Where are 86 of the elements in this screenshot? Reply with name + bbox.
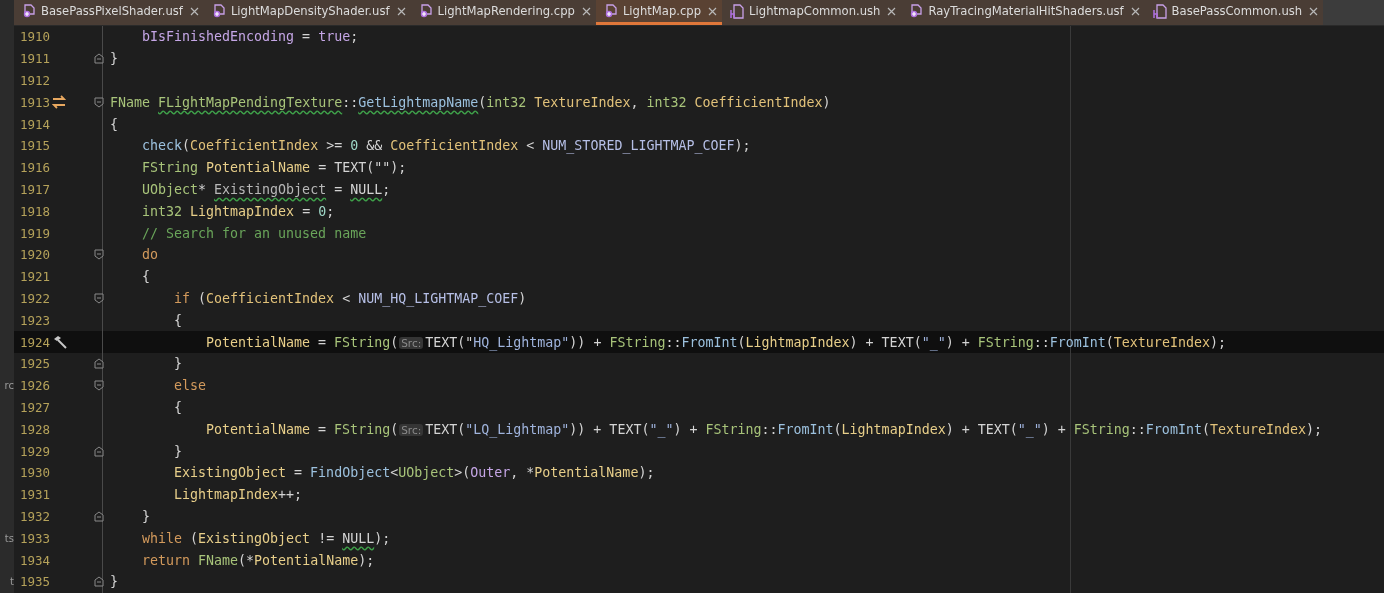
line-number: 1931: [20, 487, 51, 503]
line-number: 1925: [20, 356, 51, 372]
code-line: ExistingObject = FindObject<UObject>(Outer, *PotentialName);: [174, 465, 655, 481]
fold-marker-icon: [94, 576, 104, 588]
line-number: 1921: [20, 269, 51, 285]
close-icon[interactable]: [1309, 6, 1319, 16]
line-number: 1910: [20, 29, 51, 45]
line-number: 1930: [20, 465, 51, 481]
line-number: 1933: [20, 530, 51, 546]
close-icon[interactable]: [708, 6, 718, 16]
line-number: 1919: [20, 225, 51, 241]
close-icon[interactable]: [396, 6, 406, 16]
tab[interactable]: LightMap.cpp: [595, 0, 723, 25]
file-icon: [418, 3, 434, 19]
swap-arrows-icon: [52, 94, 67, 110]
line-number: 1912: [20, 73, 51, 88]
tab[interactable]: BasePassCommon.ush: [1144, 0, 1324, 25]
code-line: FName FLightMapPendingTexture::GetLightmapName(int32 TextureIndex, int32 CoefficientIndex): [110, 94, 831, 110]
fold-marker-icon: [94, 249, 104, 261]
code-line: else: [174, 378, 207, 394]
fold-marker-icon: [94, 510, 104, 522]
line-number: 1929: [20, 443, 51, 459]
code-line: }: [110, 51, 118, 67]
code-line: return FName(*PotentialName);: [142, 552, 375, 568]
close-icon[interactable]: [887, 6, 897, 16]
code-line: UObject* ExistingObject = NULL;: [142, 181, 391, 197]
file-icon: [1152, 3, 1168, 19]
file-icon: [22, 3, 37, 19]
code-line: check(CoefficientIndex >= 0 && CoefficientIndex < NUM_STORED_LIGHTMAP_COEF);: [142, 138, 751, 154]
line-number: 1926: [20, 378, 51, 394]
line-number: 1922: [20, 290, 51, 306]
fold-marker-icon: [94, 445, 104, 457]
line-number: 1935: [20, 574, 51, 590]
line-number: 1911: [20, 51, 51, 67]
line-number: 1918: [20, 203, 51, 219]
line-number: 1920: [20, 247, 51, 263]
fold-marker-icon: [94, 358, 104, 370]
code-line: {: [110, 116, 118, 132]
fold-marker-icon: [94, 53, 104, 65]
code-line: do: [142, 247, 158, 263]
line-number: 1916: [20, 160, 51, 176]
file-icon: [603, 3, 619, 19]
code-line: }: [174, 443, 182, 459]
code-line: FString PotentialName = TEXT("");: [142, 160, 407, 176]
code-line: }: [110, 574, 118, 590]
line-number: 1932: [20, 508, 51, 524]
code-line: }: [142, 508, 150, 524]
code-line: while (ExistingObject != NULL);: [142, 530, 391, 546]
tab[interactable]: RayTracingMaterialHitShaders.usf: [901, 0, 1145, 25]
file-icon: [211, 3, 227, 19]
code-line: bIsFinishedEncoding = true;: [142, 29, 359, 45]
side-panel-text: t: [10, 576, 14, 588]
line-number: 1928: [20, 421, 51, 437]
code-line: {: [142, 269, 150, 285]
code-line: {: [174, 399, 182, 415]
side-panel-text: ts: [4, 532, 14, 544]
line-number: 1927: [20, 399, 51, 415]
line-number: 1913: [20, 94, 51, 110]
code-line: PotentialName = FString( Src: TEXT("HQ_Lightmap")) + FString::FromInt(LightmapIndex) + TEXT("_") + FString::FromInt(TextureIndex);: [206, 334, 1226, 350]
file-icon: [730, 3, 746, 19]
line-number: 1917: [20, 181, 51, 197]
file-icon: [909, 3, 925, 19]
close-icon[interactable]: [189, 6, 199, 16]
side-panel-text: rc: [4, 380, 14, 392]
fold-marker-icon: [94, 292, 104, 304]
fold-marker-icon: [94, 96, 104, 108]
fold-marker-icon: [94, 380, 104, 392]
line-number: 1915: [20, 138, 51, 154]
tab[interactable]: LightMapRendering.cpp: [410, 0, 596, 25]
code-line: if (CoefficientIndex < NUM_HQ_LIGHTMAP_COEF): [174, 290, 527, 306]
line-number: 1923: [20, 312, 51, 328]
code-line: // Search for an unused name: [142, 225, 367, 241]
tab[interactable]: LightMapDensityShader.usf: [203, 0, 411, 25]
hammer-icon: [52, 334, 67, 350]
tab[interactable]: BasePassPixelShader.usf: [14, 0, 204, 25]
line-number: 1914: [20, 116, 51, 132]
code-line: PotentialName = FString( Src: TEXT("LQ_Lightmap")) + TEXT("_") + FString::FromInt(LightmapIndex) + TEXT("_") + FString::FromInt(TextureIndex);: [206, 421, 1322, 437]
code-line: int32 LightmapIndex = 0;: [142, 203, 335, 219]
code-line: {: [174, 312, 182, 328]
line-number: 1934: [20, 552, 51, 568]
tab[interactable]: LightmapCommon.ush: [722, 0, 902, 25]
close-icon[interactable]: [581, 6, 591, 16]
code-line: LightmapIndex++;: [174, 487, 303, 503]
line-number: 1924: [20, 334, 51, 350]
close-icon[interactable]: [1130, 6, 1140, 16]
code-line: }: [174, 356, 182, 372]
